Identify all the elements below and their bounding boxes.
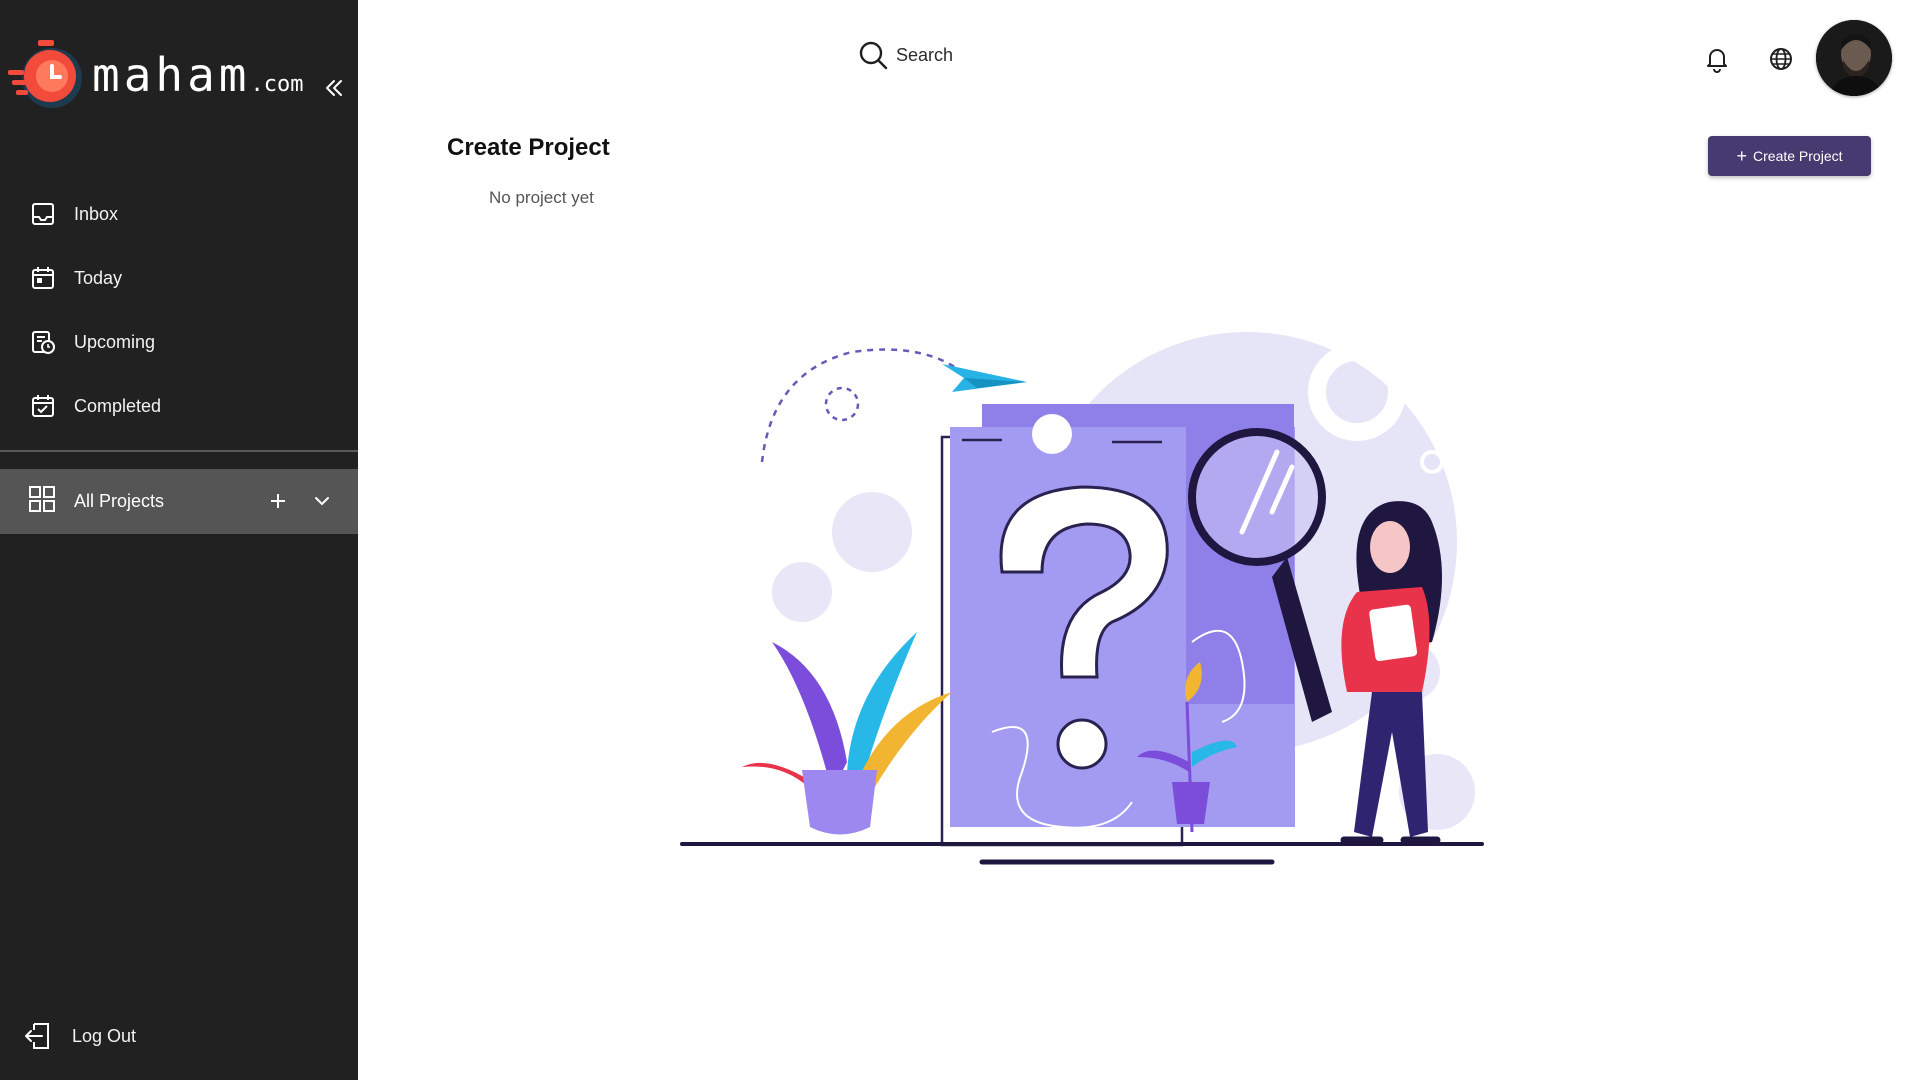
plus-icon: + (1736, 146, 1748, 166)
calendar-today-icon (28, 263, 58, 293)
logout-label: Log Out (72, 1025, 137, 1046)
user-photo-icon (1816, 20, 1892, 96)
sidebar-item-label: Inbox (74, 203, 119, 224)
sidebar-item-today[interactable]: Today (0, 246, 358, 310)
sidebar-item-label: Upcoming (74, 331, 156, 352)
user-avatar[interactable] (1816, 20, 1892, 96)
sidebar: maham.com Inbox Today Upcoming Completed… (0, 0, 358, 1080)
collapse-sidebar-button[interactable] (320, 74, 348, 102)
chevron-down-icon (315, 497, 329, 506)
plus-icon (271, 494, 285, 508)
sidebar-item-completed[interactable]: Completed (0, 374, 358, 438)
search-placeholder: Search (896, 44, 954, 65)
create-project-button[interactable]: + Create Project (1708, 136, 1871, 176)
sidebar-nav: Inbox Today Upcoming Completed (0, 182, 358, 438)
sidebar-item-upcoming[interactable]: Upcoming (0, 310, 358, 374)
sidebar-item-label: Completed (74, 395, 162, 416)
empty-state-text: No project yet (489, 188, 594, 207)
page-title: Create Project (447, 134, 610, 161)
stopwatch-logo-icon (8, 40, 82, 108)
brand-name: maham (92, 48, 251, 102)
search-icon (859, 41, 888, 70)
calendar-check-icon (28, 391, 58, 421)
bell-icon (1707, 49, 1727, 73)
double-chevron-left-icon (326, 80, 342, 96)
logout-button[interactable]: Log Out (22, 1020, 136, 1052)
expand-projects-button[interactable] (310, 489, 334, 513)
brand-logo[interactable]: maham.com (8, 40, 303, 110)
sidebar-item-inbox[interactable]: Inbox (0, 182, 358, 246)
add-project-button[interactable] (266, 489, 290, 513)
grid-icon (28, 485, 56, 518)
sidebar-divider (0, 450, 358, 452)
language-button[interactable] (1766, 44, 1796, 74)
sidebar-item-all-projects[interactable]: All Projects (0, 469, 358, 534)
calendar-clock-icon (28, 327, 58, 357)
inbox-icon (28, 199, 58, 229)
globe-icon (1770, 48, 1792, 70)
brand-tld: .com (250, 72, 304, 97)
sidebar-item-label: Today (74, 267, 123, 288)
empty-state-illustration (680, 332, 1484, 865)
all-projects-label: All Projects (74, 491, 165, 511)
notifications-button[interactable] (1702, 44, 1732, 74)
logout-icon (25, 1023, 49, 1049)
create-project-button-label: Create Project (1753, 148, 1843, 164)
search-input[interactable]: Search (858, 40, 953, 70)
